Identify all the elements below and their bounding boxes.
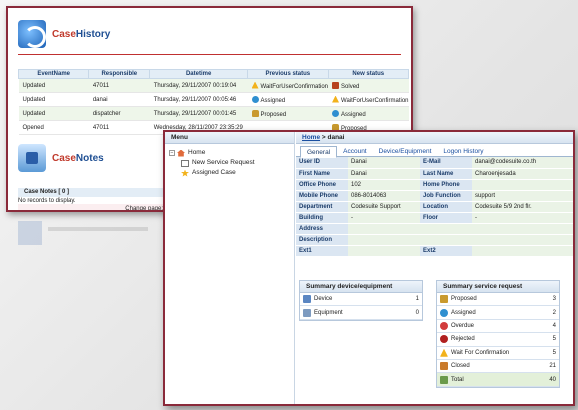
info-row: Address xyxy=(296,223,573,235)
info-row: Ext1 Ext2 xyxy=(296,245,573,257)
collapse-icon[interactable]: − xyxy=(169,150,175,156)
window-reflection xyxy=(14,215,174,285)
menu-home[interactable]: − Home xyxy=(169,148,294,158)
info-row: Building - Floor - xyxy=(296,212,573,224)
main-content: Home > danai General Account Device/Equi… xyxy=(296,132,573,404)
list-item[interactable]: Rejected 5 xyxy=(437,333,559,347)
responsible-cell: 47011 xyxy=(88,120,150,135)
case-history-header: CaseHistory xyxy=(18,14,110,54)
assigned-icon xyxy=(251,95,259,103)
equipment-icon xyxy=(303,308,311,317)
event-cell: Updated xyxy=(18,106,89,121)
responsible-cell: danai xyxy=(88,92,150,107)
assigned-icon xyxy=(440,308,448,317)
header-divider xyxy=(18,54,401,55)
case-history-table: EventName Responsible Datetime Previous … xyxy=(17,69,410,135)
rejected-icon xyxy=(440,335,448,344)
new-status-cell: Solved xyxy=(328,78,409,93)
proposed-icon xyxy=(251,109,259,117)
overdue-icon xyxy=(440,321,448,330)
list-item[interactable]: Proposed 3 xyxy=(437,293,559,307)
menu-item-assigned-case[interactable]: Assigned Case xyxy=(169,168,294,178)
breadcrumb-home-link[interactable]: Home xyxy=(302,134,320,141)
menu-panel: Menu − Home New Service Request Assigned… xyxy=(165,132,295,404)
summary-device-panel: Summary device/equipment Device 1 Equipme… xyxy=(299,280,423,321)
tab-device-equipment[interactable]: Device/Equipment xyxy=(373,146,438,156)
list-item[interactable]: Device 1 xyxy=(300,293,422,307)
prev-status-cell: Proposed xyxy=(247,106,329,121)
summary-service-title: Summary service request xyxy=(437,281,559,293)
list-item[interactable]: Wait For Confirmation 5 xyxy=(437,347,559,360)
info-row: Office Phone 102 Home Phone xyxy=(296,179,573,191)
col-responsible: Responsible xyxy=(88,69,151,79)
table-row: Updated 47011 Thursday, 29/11/2007 00:19… xyxy=(18,78,409,93)
info-row: First Name Danai Last Name Charoenjesada xyxy=(296,168,573,180)
col-previous-status: Previous status xyxy=(247,69,329,79)
table-row: Updated dispatcher Thursday, 29/11/2007 … xyxy=(18,106,409,121)
case-notes-count: Case Notes [ 0 ] xyxy=(18,188,168,197)
col-eventname: EventName xyxy=(17,69,90,79)
prev-status-cell: WaitForUserConfirmation xyxy=(247,78,329,93)
solved-icon xyxy=(332,81,340,89)
assigned-icon xyxy=(332,109,340,117)
new-status-cell: WaitForUserConfirmation xyxy=(328,92,409,107)
home-icon xyxy=(177,149,185,157)
user-detail-window: Menu − Home New Service Request Assigned… xyxy=(163,130,575,406)
event-cell: Opened xyxy=(18,120,89,135)
tab-account[interactable]: Account xyxy=(337,146,373,156)
table-header-row: EventName Responsible Datetime Previous … xyxy=(17,69,410,79)
col-new-status: New status xyxy=(327,69,410,79)
datetime-cell: Thursday, 29/11/2007 00:01:45 xyxy=(149,106,248,121)
summary-device-title: Summary device/equipment xyxy=(300,281,422,293)
case-history-title: CaseHistory xyxy=(52,28,111,40)
event-cell: Updated xyxy=(18,78,89,93)
event-cell: Updated xyxy=(18,92,89,107)
datetime-cell: Thursday, 29/11/2007 00:19:04 xyxy=(149,78,248,93)
table-row: Updated danai Thursday, 29/11/2007 00:05… xyxy=(18,92,409,107)
list-item[interactable]: Overdue 4 xyxy=(437,320,559,334)
summary-service-panel: Summary service request Proposed 3 Assign… xyxy=(436,280,560,388)
list-item[interactable]: Closed 21 xyxy=(437,360,559,374)
warning-icon xyxy=(440,348,448,357)
info-row: Mobile Phone 086-8014063 Job Function suppo… xyxy=(296,190,573,202)
total-icon xyxy=(440,375,448,384)
prev-status-cell: Assigned xyxy=(247,92,329,107)
menu-tree: − Home New Service Request Assigned Case xyxy=(165,144,294,178)
breadcrumb: Home > danai xyxy=(296,132,573,144)
closed-icon xyxy=(440,362,448,371)
tab-logon-history[interactable]: Logon History xyxy=(437,146,489,156)
warning-icon xyxy=(332,95,340,103)
case-history-logo-icon xyxy=(18,20,46,48)
user-info-table: User ID Danai E-Mail danai@codesuite.co.th … xyxy=(296,157,573,257)
info-row: Description xyxy=(296,234,573,246)
list-item[interactable]: Assigned 2 xyxy=(437,306,559,320)
document-icon xyxy=(181,159,189,167)
tab-general[interactable]: General xyxy=(300,146,338,158)
list-item[interactable]: Equipment 0 xyxy=(300,306,422,320)
info-row: User ID Danai E-Mail danai@codesuite.co.th xyxy=(296,157,573,169)
info-row: Department Codesuite Support Location Codes… xyxy=(296,201,573,213)
col-datetime: Datetime xyxy=(149,69,249,79)
proposed-icon xyxy=(440,295,448,304)
menu-title: Menu xyxy=(165,132,294,144)
case-notes-title: CaseNotes xyxy=(52,152,104,164)
breadcrumb-current: danai xyxy=(327,134,345,141)
list-item-total: Total 40 xyxy=(437,373,559,387)
datetime-cell: Thursday, 29/11/2007 00:05:46 xyxy=(149,92,248,107)
case-notes-logo-icon xyxy=(18,144,46,172)
menu-item-new-service-request[interactable]: New Service Request xyxy=(169,158,294,168)
new-status-cell: Assigned xyxy=(328,106,409,121)
responsible-cell: 47011 xyxy=(88,78,150,93)
warning-icon xyxy=(251,81,259,89)
tab-bar: General Account Device/Equipment Logon H… xyxy=(296,146,573,158)
responsible-cell: dispatcher xyxy=(88,106,150,121)
case-notes-header: CaseNotes xyxy=(18,144,104,172)
star-icon xyxy=(181,169,189,177)
device-icon xyxy=(303,295,311,304)
case-notes-pager[interactable]: Change page: Pre xyxy=(18,204,178,210)
general-tab-body: User ID Danai E-Mail danai@codesuite.co.th … xyxy=(296,157,573,257)
